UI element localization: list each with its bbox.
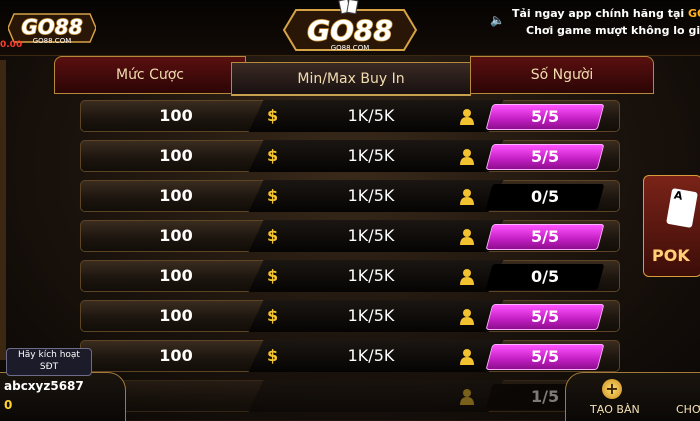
promo-line2: Chơi game mượt không lo giá — [526, 24, 700, 37]
buyin-value: 1K/5K — [347, 346, 395, 365]
bet-value: 100 — [159, 146, 193, 165]
table-row[interactable]: 100 $ 1K/5K 5/5 — [80, 300, 620, 332]
bet-value: 100 — [159, 346, 193, 365]
dollar-icon: $ — [267, 146, 279, 165]
buyin-value: 1K/5K — [347, 186, 395, 205]
player-count-badge: 0/5 — [485, 184, 605, 210]
player-count-badge: 5/5 — [485, 144, 605, 170]
table-row[interactable]: 100 $ 1K/5K 5/5 — [80, 100, 620, 132]
person-icon — [460, 229, 474, 245]
plus-icon[interactable]: + — [602, 379, 622, 399]
column-header-buyin: Min/Max Buy In — [231, 62, 471, 96]
user-panel: abcxyz5687 0 — [0, 372, 126, 421]
buyin-value: 1K/5K — [347, 226, 395, 245]
poker-promo-card[interactable]: A POK — [643, 175, 700, 277]
person-icon — [460, 349, 474, 365]
username: abcxyz5687 — [4, 379, 84, 393]
user-balance: 0 — [4, 398, 13, 412]
table-row[interactable]: 100 $ 1K/5K 5/5 — [80, 220, 620, 252]
bet-value: 100 — [159, 266, 193, 285]
dollar-icon: $ — [267, 186, 279, 205]
table-row[interactable]: 100 $ 1K/5K 0/5 — [80, 180, 620, 212]
table-row[interactable]: 100 $ 1K/5K 0/5 — [80, 260, 620, 292]
person-icon — [460, 309, 474, 325]
dollar-icon: $ — [267, 266, 279, 285]
player-count-badge: 5/5 — [485, 304, 605, 330]
playing-card-icon: A — [666, 188, 698, 228]
top-bar: GO88 GO88.COM 0.00 GO88 GO88.COM 🔈 Tải n… — [0, 0, 700, 56]
column-header-bet: Mức Cược — [54, 56, 246, 94]
table-row[interactable]: 100 $ 1K/5K 5/5 — [80, 340, 620, 372]
bet-value: 100 — [159, 226, 193, 245]
column-header-players: Số Người — [470, 56, 654, 94]
bet-value: 100 — [159, 306, 193, 325]
logo-main-sub: GO88.COM — [331, 44, 370, 52]
speaker-icon[interactable]: 🔈 — [490, 13, 505, 27]
promo-line1-prefix: Tải ngay app chính hãng tại — [512, 7, 688, 20]
promo-line1-highlight: GO8 — [688, 7, 700, 20]
person-icon — [460, 189, 474, 205]
logo-main-text: GO88 — [307, 14, 393, 47]
logo-small-text: GO88 — [21, 15, 82, 39]
dollar-icon: $ — [267, 106, 279, 125]
bet-value: 100 — [159, 186, 193, 205]
dollar-icon: $ — [267, 346, 279, 365]
person-icon — [460, 389, 474, 405]
go88-logo-main: GO88 GO88.COM — [282, 0, 418, 52]
left-side-strip — [0, 60, 6, 360]
activate-phone-button[interactable]: Hãy kích hoạt SĐT — [6, 348, 92, 376]
dollar-icon: $ — [267, 306, 279, 325]
table-row[interactable]: 100 $ 1K/5K 5/5 — [80, 140, 620, 172]
create-table-button[interactable]: TẠO BÀN — [590, 403, 640, 416]
bottom-actions: + TẠO BÀN CHƠ — [565, 372, 700, 421]
player-count-badge: 5/5 — [485, 344, 605, 370]
player-count-badge: 0/5 — [485, 264, 605, 290]
table-row[interactable]: 1/5 — [80, 380, 620, 412]
buyin-value: 1K/5K — [347, 106, 395, 125]
red-value: 0.00 — [0, 40, 23, 50]
buyin-value: 1K/5K — [347, 266, 395, 285]
activate-line2: SĐT — [39, 362, 59, 372]
promo-banner: Tải ngay app chính hãng tại GO8 Chơi gam… — [512, 5, 700, 39]
activate-line1: Hãy kích hoạt — [18, 350, 80, 360]
player-count-badge: 5/5 — [485, 104, 605, 130]
buyin-value: 1K/5K — [347, 146, 395, 165]
player-count-badge: 5/5 — [485, 224, 605, 250]
poker-label: POK — [652, 246, 690, 265]
logo-small-sub: GO88.COM — [33, 37, 72, 45]
dollar-icon: $ — [267, 226, 279, 245]
person-icon — [460, 109, 474, 125]
bet-value: 100 — [159, 106, 193, 125]
buyin-value: 1K/5K — [347, 306, 395, 325]
play-button[interactable]: CHƠ — [676, 403, 700, 416]
person-icon — [460, 269, 474, 285]
person-icon — [460, 149, 474, 165]
